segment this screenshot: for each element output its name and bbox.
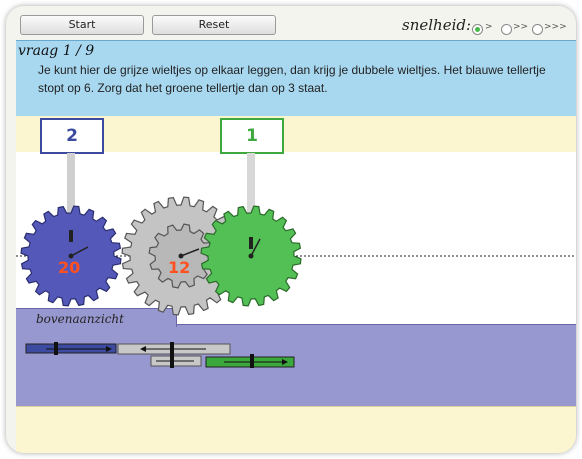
blue-bar-axle	[54, 342, 58, 355]
green-gear-marker	[249, 237, 253, 249]
gear-scene	[16, 153, 576, 368]
grey-gear-teeth-count: 12	[168, 258, 191, 277]
blue-gear-marker	[69, 230, 73, 242]
grey-bar-axle	[170, 342, 174, 368]
blue-gear-teeth-count: 20	[58, 258, 81, 277]
green-bar-axle	[250, 354, 254, 368]
app-frame: Start Reset snelheid: > >> >>> vraag 1 /…	[6, 6, 576, 453]
green-gear-axle	[248, 253, 254, 259]
